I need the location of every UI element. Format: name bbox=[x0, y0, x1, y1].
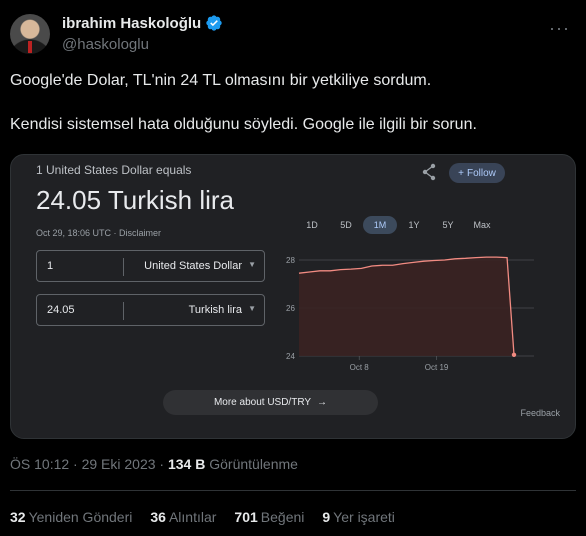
views-count: 134 B bbox=[167, 456, 206, 472]
likes-stat[interactable]: 701 Beğeni bbox=[234, 509, 304, 525]
verified-badge-icon bbox=[206, 15, 222, 31]
engagement-stats: 32 Yeniden Gönderi 36 Alıntılar 701 Beğeni … bbox=[10, 509, 395, 525]
range-1y: 1Y bbox=[408, 220, 420, 230]
tweet-line-1: Google'de Dolar, TL'nin 24 TL olmasını b… bbox=[10, 72, 432, 89]
x-tick-label: Oct 8 bbox=[350, 363, 370, 372]
tweet-image-currency-converter[interactable]: 1 United States Dollar equals 24.05 Turk… bbox=[10, 154, 576, 439]
bookmarks-count: 9 bbox=[322, 509, 331, 525]
to-currency: Turkish lira bbox=[188, 304, 242, 316]
arrow-right-icon: → bbox=[317, 397, 328, 408]
range-5y: 5Y bbox=[442, 220, 454, 230]
from-amount: 1 bbox=[47, 260, 54, 272]
range-selector: 1D 5D 1M 1Y 5Y Max bbox=[295, 216, 499, 234]
range-max: Max bbox=[473, 220, 491, 230]
quotes-stat[interactable]: 36 Alıntılar bbox=[150, 509, 216, 525]
tweet-header: ibrahim Haskoloğlu @haskologlu ··· bbox=[10, 12, 576, 60]
author-handle[interactable]: @haskologlu bbox=[62, 36, 149, 53]
exchange-rate-chart: 28 26 24 Oct 8 Oct 19 bbox=[286, 256, 534, 372]
from-currency-box: 1 United States Dollar ▼ bbox=[36, 250, 265, 282]
box-divider bbox=[123, 302, 124, 320]
range-1m: 1M bbox=[363, 216, 397, 234]
author-name[interactable]: ibrahim Haskoloğlu bbox=[62, 15, 201, 32]
follow-label: Follow bbox=[466, 167, 496, 179]
range-1d: 1D bbox=[306, 220, 318, 230]
bookmarks-stat[interactable]: 9 Yer işareti bbox=[322, 509, 395, 525]
box-divider bbox=[123, 258, 124, 276]
tweet-meta: ÖS 10:12 · 29 Eki 2023 · 134 B Görüntüle… bbox=[10, 456, 298, 472]
y-tick-label: 26 bbox=[286, 304, 295, 313]
divider bbox=[10, 490, 576, 491]
chevron-down-icon: ▼ bbox=[248, 260, 256, 269]
chevron-down-icon: ▼ bbox=[248, 304, 256, 313]
chart-area-fill bbox=[299, 257, 514, 356]
plus-icon: + bbox=[458, 167, 464, 179]
quotes-label: Alıntılar bbox=[168, 509, 217, 525]
more-options-icon[interactable]: ··· bbox=[549, 18, 570, 39]
retweets-label: Yeniden Gönderi bbox=[28, 509, 133, 525]
follow-button: + Follow bbox=[449, 163, 505, 183]
y-tick-label: 28 bbox=[286, 256, 295, 265]
retweets-count: 32 bbox=[10, 509, 26, 525]
bookmarks-label: Yer işareti bbox=[333, 509, 395, 525]
feedback-link: Feedback bbox=[520, 408, 560, 418]
likes-label: Beğeni bbox=[260, 509, 305, 525]
author-name-line[interactable]: ibrahim Haskoloğlu bbox=[62, 14, 223, 32]
retweets-stat[interactable]: 32 Yeniden Gönderi bbox=[10, 509, 132, 525]
tweet-text: Google'de Dolar, TL'nin 24 TL olmasını b… bbox=[10, 70, 576, 136]
y-tick-label: 24 bbox=[286, 352, 295, 361]
likes-count: 701 bbox=[234, 509, 258, 525]
quotes-count: 36 bbox=[150, 509, 166, 525]
share-icon bbox=[422, 163, 436, 181]
range-5d: 5D bbox=[340, 220, 352, 230]
tweet-line-2: Kendisi sistemsel hata olduğunu söyledi.… bbox=[10, 116, 477, 133]
to-amount: 24.05 bbox=[47, 304, 75, 316]
converter-equals-label: 1 United States Dollar equals bbox=[36, 163, 192, 177]
from-currency: United States Dollar bbox=[144, 260, 242, 272]
chart-end-point bbox=[511, 352, 517, 357]
x-tick-label: Oct 19 bbox=[425, 363, 449, 372]
to-currency-box: 24.05 Turkish lira ▼ bbox=[36, 294, 265, 326]
converter-timestamp: Oct 29, 18:06 UTC · Disclaimer bbox=[36, 228, 162, 238]
more-about-label: More about USD/TRY bbox=[213, 397, 312, 408]
avatar[interactable] bbox=[10, 14, 50, 54]
more-about-button: More about USD/TRY → bbox=[163, 390, 378, 415]
converter-result: 24.05 Turkish lira bbox=[36, 185, 234, 215]
tweet-timestamp[interactable]: ÖS 10:12 · 29 Eki 2023 · bbox=[10, 456, 168, 472]
views-label: Görüntülenme bbox=[205, 456, 298, 472]
